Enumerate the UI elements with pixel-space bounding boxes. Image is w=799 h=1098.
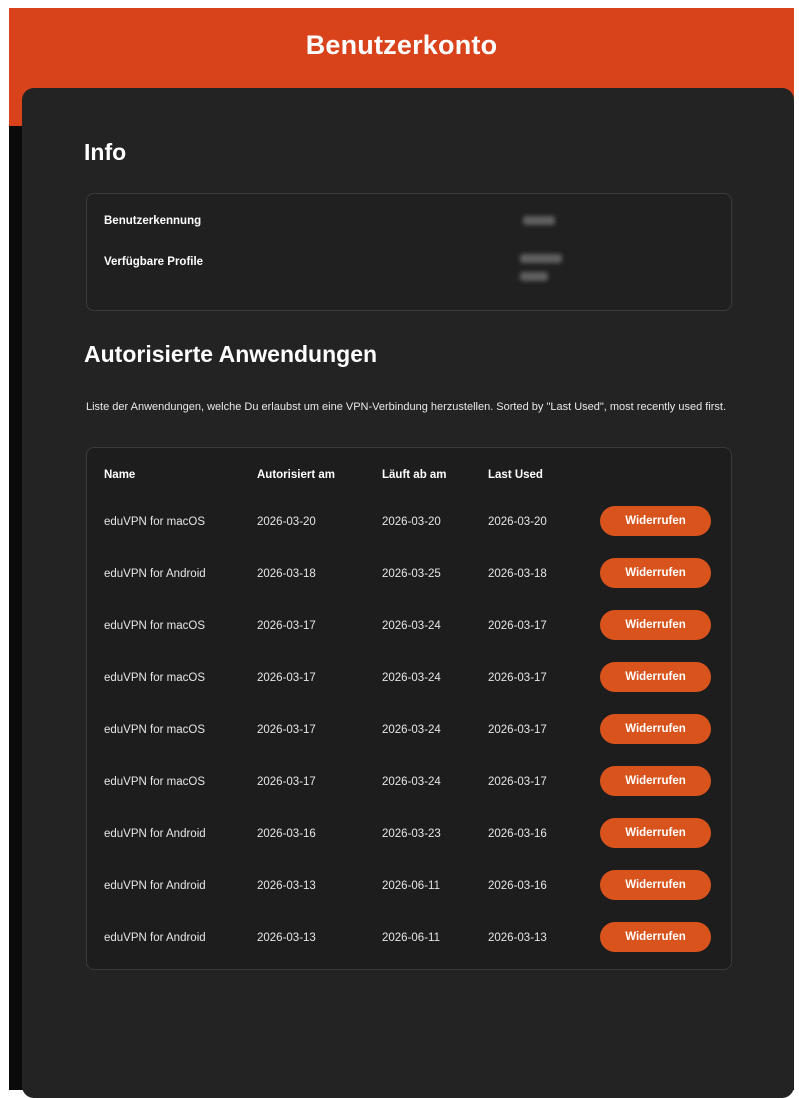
authorized-date: 2026-03-20 (257, 516, 316, 528)
last-used-date: 2026-03-20 (488, 516, 547, 528)
revoke-button[interactable]: Widerrufen (600, 506, 711, 536)
app-name: eduVPN for Android (104, 932, 206, 944)
last-used-date: 2026-03-17 (488, 672, 547, 684)
app-name: eduVPN for Android (104, 828, 206, 840)
user-id-label: Benutzerkennung (104, 215, 202, 227)
profile-value-redacted-1 (520, 254, 562, 263)
app-name: eduVPN for Android (104, 568, 206, 580)
authorized-date: 2026-03-16 (257, 828, 316, 840)
app-name: eduVPN for macOS (104, 516, 205, 528)
expiry-date: 2026-03-24 (382, 724, 441, 736)
app-name: eduVPN for macOS (104, 724, 205, 736)
authorized-apps-table: Name Autorisiert am Läuft ab am Last Use… (86, 447, 732, 970)
revoke-button[interactable]: Widerrufen (600, 870, 711, 900)
info-heading: Info (84, 139, 127, 165)
last-used-date: 2026-03-16 (488, 880, 547, 892)
table-row: eduVPN for macOS 2026-03-17 2026-03-24 2… (87, 766, 731, 800)
revoke-button[interactable]: Widerrufen (600, 818, 711, 848)
last-used-date: 2026-03-13 (488, 932, 547, 944)
revoke-button[interactable]: Widerrufen (600, 610, 711, 640)
column-header-authorized: Autorisiert am (257, 469, 335, 481)
authorized-date: 2026-03-13 (257, 880, 316, 892)
last-used-date: 2026-03-17 (488, 776, 547, 788)
table-row: eduVPN for macOS 2026-03-17 2026-03-24 2… (87, 662, 731, 696)
expiry-date: 2026-03-24 (382, 620, 441, 632)
authorized-date: 2026-03-17 (257, 724, 316, 736)
expiry-date: 2026-06-11 (382, 880, 440, 892)
authorized-apps-description: Liste der Anwendungen, welche Du erlaubs… (86, 401, 727, 413)
authorized-date: 2026-03-17 (257, 620, 316, 632)
table-row: eduVPN for Android 2026-03-13 2026-06-11… (87, 870, 731, 904)
expiry-date: 2026-03-24 (382, 672, 441, 684)
app-name: eduVPN for Android (104, 880, 206, 892)
app-name: eduVPN for macOS (104, 776, 205, 788)
expiry-date: 2026-03-25 (382, 568, 441, 580)
revoke-button[interactable]: Widerrufen (600, 714, 711, 744)
expiry-date: 2026-03-24 (382, 776, 441, 788)
last-used-date: 2026-03-18 (488, 568, 547, 580)
page-margin-left (0, 0, 9, 1090)
table-row: eduVPN for Android 2026-03-18 2026-03-25… (87, 558, 731, 592)
profile-value-redacted-2 (520, 272, 548, 281)
expiry-date: 2026-06-11 (382, 932, 440, 944)
expiry-date: 2026-03-23 (382, 828, 441, 840)
authorized-date: 2026-03-17 (257, 776, 316, 788)
revoke-button[interactable]: Widerrufen (600, 662, 711, 692)
column-header-last-used: Last Used (488, 469, 543, 481)
table-row: eduVPN for Android 2026-03-13 2026-06-11… (87, 922, 731, 956)
page-margin-right (794, 0, 799, 1090)
app-name: eduVPN for macOS (104, 620, 205, 632)
table-row: eduVPN for macOS 2026-03-17 2026-03-24 2… (87, 610, 731, 644)
column-header-expires: Läuft ab am (382, 469, 447, 481)
table-row: eduVPN for macOS 2026-03-20 2026-03-20 2… (87, 506, 731, 540)
authorized-date: 2026-03-18 (257, 568, 316, 580)
table-row: eduVPN for macOS 2026-03-17 2026-03-24 2… (87, 714, 731, 748)
expiry-date: 2026-03-20 (382, 516, 441, 528)
info-panel: Benutzerkennung Verfügbare Profile (86, 193, 732, 311)
app-name: eduVPN for macOS (104, 672, 205, 684)
authorized-apps-heading: Autorisierte Anwendungen (84, 341, 378, 367)
column-header-name: Name (104, 469, 136, 481)
last-used-date: 2026-03-16 (488, 828, 547, 840)
page-title: Benutzerkonto (305, 30, 498, 60)
last-used-date: 2026-03-17 (488, 724, 547, 736)
revoke-button[interactable]: Widerrufen (600, 558, 711, 588)
last-used-date: 2026-03-17 (488, 620, 547, 632)
authorized-date: 2026-03-13 (257, 932, 316, 944)
user-id-value-redacted (523, 216, 555, 225)
revoke-button[interactable]: Widerrufen (600, 766, 711, 796)
profiles-label: Verfügbare Profile (104, 256, 204, 268)
authorized-date: 2026-03-17 (257, 672, 316, 684)
table-row: eduVPN for Android 2026-03-16 2026-03-23… (87, 818, 731, 852)
revoke-button[interactable]: Widerrufen (600, 922, 711, 952)
